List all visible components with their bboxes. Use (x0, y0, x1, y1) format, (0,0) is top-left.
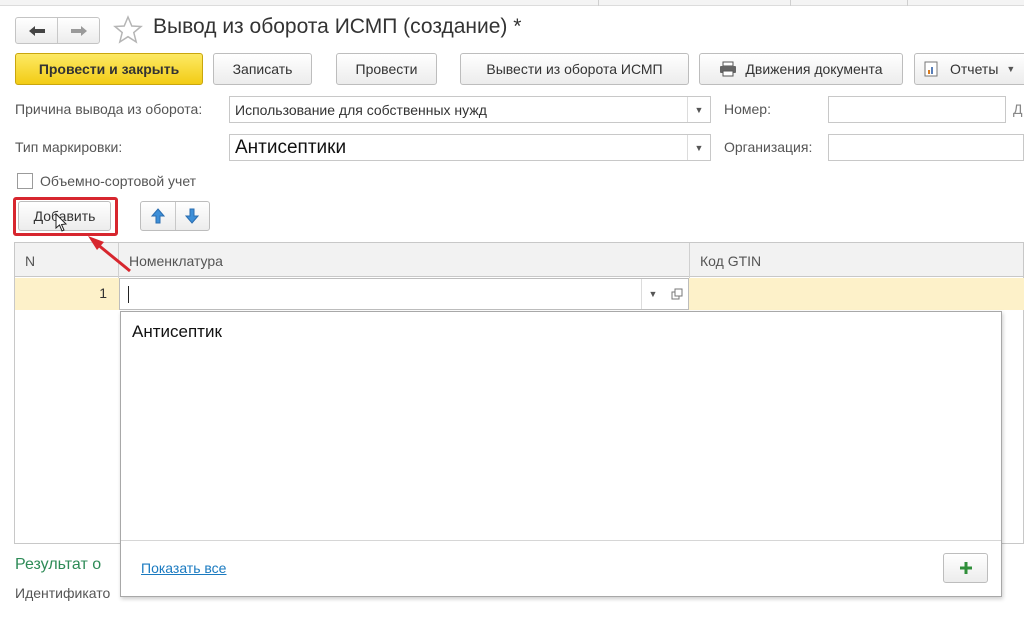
dropdown-arrow-icon[interactable]: ▼ (687, 135, 710, 160)
nomenclature-input[interactable]: ▼ (119, 278, 689, 310)
post-and-close-button[interactable]: Провести и закрыть (15, 53, 203, 85)
column-header-nomenclature[interactable]: Номенклатура (119, 243, 690, 278)
marking-type-select[interactable]: Антисептики ▼ (229, 134, 711, 161)
favorite-star-icon[interactable] (113, 15, 143, 45)
nav-buttons (15, 17, 100, 44)
result-section-title: Результат о (15, 556, 102, 573)
document-movements-label: Движения документа (745, 61, 883, 77)
row-number: 1 (99, 285, 107, 301)
show-all-link[interactable]: Показать все (141, 560, 226, 576)
arrow-up-icon (150, 208, 165, 224)
table-header: N Номенклатура Код GTIN (14, 242, 1024, 278)
open-form-icon[interactable] (665, 279, 689, 309)
chevron-down-icon: ▼ (1006, 64, 1016, 74)
column-header-n[interactable]: N (15, 243, 119, 278)
number-input[interactable] (828, 96, 1006, 123)
marking-type-value: Антисептики (235, 136, 347, 158)
marking-type-label: Тип маркировки: (15, 139, 123, 155)
dropdown-item[interactable]: Антисептик (132, 322, 222, 342)
autocomplete-dropdown: Антисептик Показать все (120, 311, 1002, 597)
reason-value: Использование для собственных нужд (235, 101, 487, 118)
printer-icon (720, 61, 737, 77)
organization-label: Организация: (724, 139, 813, 155)
volume-accounting-label: Объемно-сортовой учет (40, 173, 197, 189)
date-label-cut: Д (1013, 101, 1023, 117)
top-strip (0, 0, 1024, 6)
withdraw-button[interactable]: Вывести из оборота ИСМП (460, 53, 689, 85)
plus-icon (959, 562, 972, 574)
back-button[interactable] (16, 18, 57, 43)
forward-button[interactable] (57, 18, 99, 43)
dropdown-arrow-icon[interactable]: ▼ (687, 97, 710, 122)
highlight-box (13, 197, 118, 236)
reports-label: Отчеты (950, 61, 999, 77)
dropdown-arrow-icon[interactable]: ▼ (641, 279, 664, 309)
reports-button[interactable]: Отчеты ▼ (914, 53, 1024, 85)
move-up-button[interactable] (141, 202, 175, 230)
reason-select[interactable]: Использование для собственных нужд ▼ (229, 96, 711, 123)
number-label: Номер: (724, 101, 771, 117)
report-icon (924, 61, 938, 77)
gtin-cell[interactable] (690, 278, 1024, 310)
reason-label: Причина вывода из оборота: (15, 101, 203, 117)
arrow-down-icon (185, 208, 200, 224)
page-title: Вывод из оборота ИСМП (создание) * (153, 15, 522, 38)
move-buttons (140, 201, 210, 231)
column-header-gtin[interactable]: Код GTIN (690, 243, 1024, 278)
organization-input[interactable] (828, 134, 1024, 161)
create-new-button[interactable] (943, 553, 988, 583)
volume-accounting-checkbox[interactable] (17, 173, 33, 189)
document-movements-button[interactable]: Движения документа (699, 53, 903, 85)
arrow-left-icon (28, 25, 45, 36)
post-button[interactable]: Провести (336, 53, 437, 85)
dropdown-divider (121, 540, 1001, 541)
move-down-button[interactable] (174, 202, 210, 230)
identifier-label: Идентификато (15, 585, 111, 601)
arrow-right-icon (70, 25, 87, 36)
save-button[interactable]: Записать (213, 53, 312, 85)
text-cursor (128, 285, 129, 303)
